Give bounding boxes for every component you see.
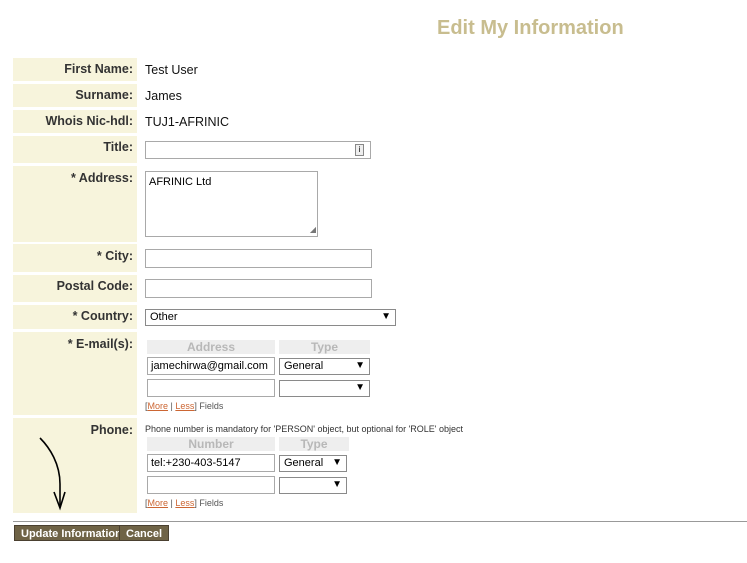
email-type-select-1[interactable]: General ▼ bbox=[279, 358, 370, 375]
autofill-icon[interactable]: i bbox=[355, 144, 364, 156]
phone-type-value-1: General bbox=[284, 457, 324, 469]
city-input[interactable] bbox=[145, 249, 372, 268]
update-information-button[interactable]: Update Information bbox=[14, 525, 129, 541]
phone-col-number: Number bbox=[147, 437, 275, 451]
country-value: Other bbox=[150, 311, 178, 323]
emails-col-address: Address bbox=[147, 340, 275, 354]
country-select[interactable]: Other ▼ bbox=[145, 309, 396, 326]
address-textarea[interactable]: AFRINIC Ltd ◢ bbox=[145, 171, 318, 237]
email-type-select-2[interactable]: ▼ bbox=[279, 380, 370, 397]
label-title: Title: bbox=[13, 136, 137, 163]
email-value-1: jamechirwa@gmail.com bbox=[151, 360, 268, 372]
label-first-name: First Name: bbox=[13, 58, 137, 81]
label-postal: Postal Code: bbox=[13, 275, 137, 302]
first-name-value: Test User bbox=[145, 63, 198, 77]
surname-value: James bbox=[145, 89, 182, 103]
label-text: Whois Nic-hdl: bbox=[45, 114, 134, 128]
page-title: Edit My Information bbox=[437, 17, 624, 39]
label-address: * Address: bbox=[13, 166, 137, 242]
title-input[interactable]: i bbox=[145, 141, 371, 159]
phone-less-link[interactable]: Less bbox=[175, 498, 194, 508]
chevron-down-icon: ▼ bbox=[381, 311, 391, 322]
chevron-down-icon: ▼ bbox=[355, 382, 365, 393]
arrow-icon bbox=[39, 437, 66, 511]
label-nic: Whois Nic-hdl: bbox=[13, 110, 137, 133]
label-text: * City: bbox=[96, 249, 133, 263]
phone-type-select-1[interactable]: General ▼ bbox=[279, 455, 347, 472]
chevron-down-icon: ▼ bbox=[332, 479, 342, 490]
divider bbox=[13, 521, 747, 522]
chevron-down-icon: ▼ bbox=[332, 457, 342, 468]
address-value: AFRINIC Ltd bbox=[149, 176, 212, 188]
emails-more-less: [More | Less] Fields bbox=[145, 401, 223, 411]
email-input-2[interactable] bbox=[147, 379, 275, 397]
phone-more-link[interactable]: More bbox=[148, 498, 169, 508]
phone-value-1: tel:+230-403-5147 bbox=[151, 457, 241, 469]
label-text: Surname: bbox=[75, 88, 133, 102]
phone-input-2[interactable] bbox=[147, 476, 275, 494]
phone-input-1[interactable]: tel:+230-403-5147 bbox=[147, 454, 275, 472]
label-text: Phone: bbox=[90, 423, 133, 437]
emails-less-link[interactable]: Less bbox=[175, 401, 194, 411]
phone-col-type: Type bbox=[279, 437, 349, 451]
phone-note: Phone number is mandatory for 'PERSON' o… bbox=[145, 424, 464, 434]
email-type-value-1: General bbox=[284, 360, 324, 372]
label-text: Postal Code: bbox=[56, 279, 133, 293]
emails-more-link[interactable]: More bbox=[148, 401, 169, 411]
label-text: * Country: bbox=[72, 309, 133, 323]
chevron-down-icon: ▼ bbox=[355, 360, 365, 371]
emails-col-type: Type bbox=[279, 340, 370, 354]
label-surname: Surname: bbox=[13, 84, 137, 107]
bracket-close: ] Fields bbox=[194, 401, 224, 411]
cancel-button[interactable]: Cancel bbox=[119, 525, 170, 541]
label-text: * Address: bbox=[70, 171, 133, 185]
postal-code-input[interactable] bbox=[145, 279, 372, 298]
label-city: * City: bbox=[13, 244, 137, 272]
label-text: * E-mail(s): bbox=[67, 337, 133, 351]
label-country: * Country: bbox=[13, 305, 137, 329]
label-text: Title: bbox=[103, 140, 133, 154]
email-input-1[interactable]: jamechirwa@gmail.com bbox=[147, 357, 275, 375]
nic-value: TUJ1-AFRINIC bbox=[145, 115, 230, 129]
phone-type-select-2[interactable]: ▼ bbox=[279, 477, 347, 494]
bracket-close: ] Fields bbox=[194, 498, 224, 508]
label-text: First Name: bbox=[64, 62, 133, 76]
phone-more-less: [More | Less] Fields bbox=[145, 498, 223, 508]
label-emails: * E-mail(s): bbox=[13, 332, 137, 415]
resize-handle-icon[interactable]: ◢ bbox=[310, 223, 316, 236]
